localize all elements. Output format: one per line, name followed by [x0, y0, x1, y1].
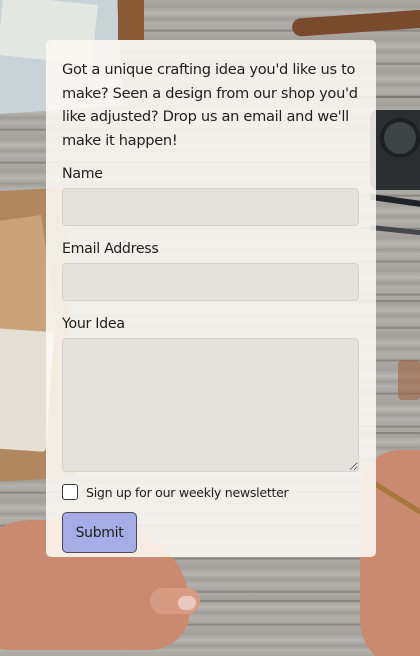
idea-label: Your Idea — [62, 316, 125, 332]
email-input[interactable] — [62, 263, 359, 301]
email-label: Email Address — [62, 241, 159, 257]
name-label: Name — [62, 166, 103, 182]
name-input[interactable] — [62, 188, 359, 226]
newsletter-row: Sign up for our weekly newsletter — [62, 484, 360, 500]
form-intro-text: Got a unique crafting idea you'd like us… — [62, 61, 358, 149]
idea-textarea[interactable] — [62, 338, 359, 472]
submit-button[interactable]: Submit — [62, 512, 137, 553]
newsletter-checkbox[interactable] — [62, 484, 78, 500]
newsletter-label: Sign up for our weekly newsletter — [86, 484, 289, 500]
contact-form: Got a unique crafting idea you'd like us… — [46, 40, 376, 557]
